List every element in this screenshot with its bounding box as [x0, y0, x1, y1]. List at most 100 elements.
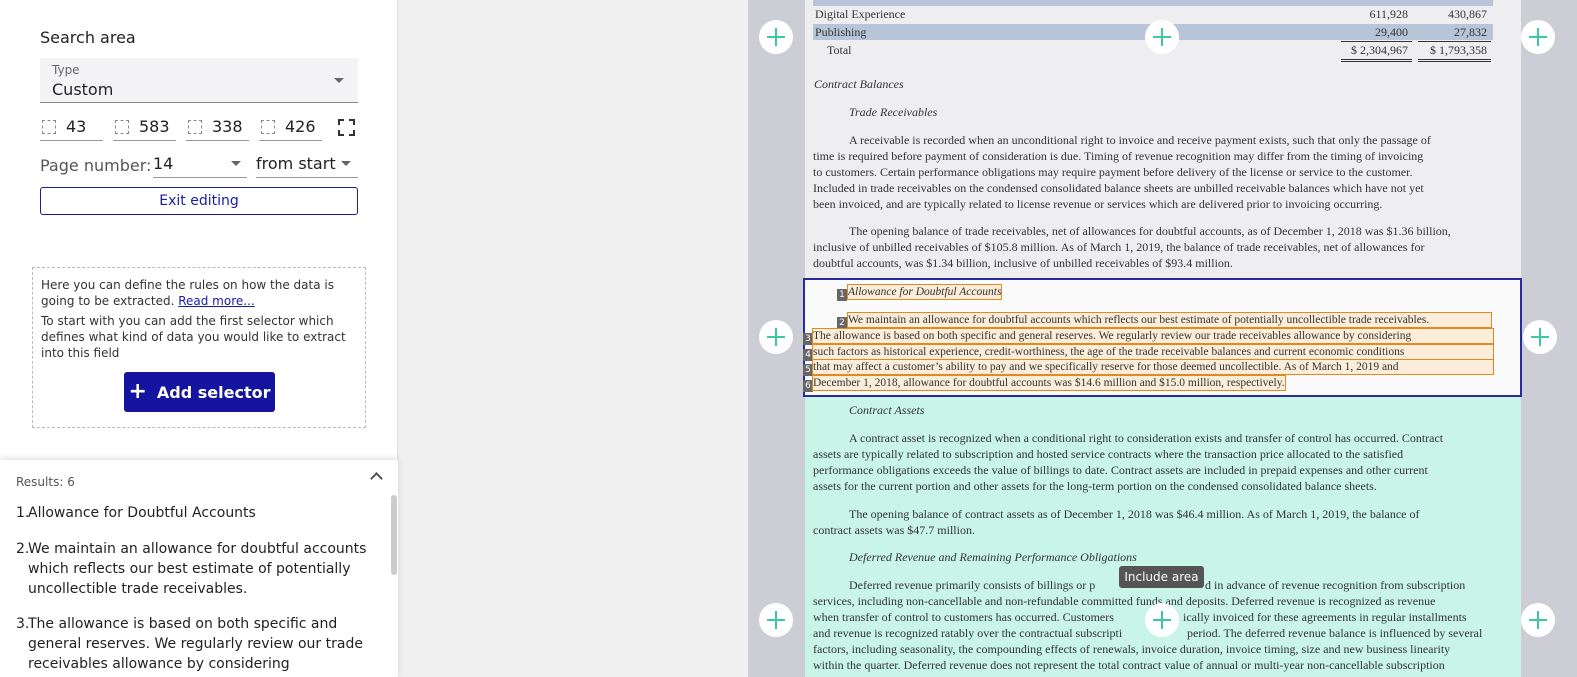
results-count: Results: 6 — [16, 475, 75, 489]
paragraph-line: to customers. Certain performance obliga… — [813, 165, 1413, 179]
coord-left-field[interactable]: 43 — [40, 114, 103, 141]
exit-editing-button[interactable]: Exit editing — [40, 187, 358, 215]
paragraph-line: A contract asset is recognized when a co… — [849, 431, 1444, 445]
add-area-plus-icon[interactable] — [1521, 20, 1555, 54]
bottom-edge-icon — [261, 120, 275, 134]
coord-right-field[interactable]: 338 — [186, 114, 249, 141]
left-edge-icon — [42, 120, 56, 134]
table-cell: $ 2,304,967 — [1351, 43, 1408, 57]
result-number: 1. — [16, 505, 30, 521]
chevron-down-icon — [341, 161, 351, 166]
result-number: 3. — [16, 616, 30, 632]
right-edge-icon — [188, 120, 202, 134]
plus-icon: + — [128, 379, 147, 404]
table-row-label: Digital Experience — [815, 7, 906, 21]
chevron-down-icon — [334, 78, 344, 83]
paragraph-line: factors, including seasonality, the comp… — [813, 642, 1451, 656]
paragraph-line: contract assets was $47.7 million. — [813, 523, 975, 537]
heading-contract-balances: Contract Balances — [814, 77, 904, 91]
paragraph-line: A receivable is recorded when an uncondi… — [849, 133, 1431, 147]
results-scrollbar[interactable] — [391, 495, 397, 575]
hint-text-2: To start with you can add the first sele… — [41, 314, 346, 360]
table-cell: $ 1,793,358 — [1430, 43, 1487, 57]
add-area-plus-icon[interactable] — [1145, 603, 1179, 637]
result-marker: 2 — [837, 317, 847, 329]
heading-trade-receivables: Trade Receivables — [849, 105, 938, 119]
page-number-value: 14 — [153, 154, 174, 173]
result-text: The allowance is based on both specific … — [28, 616, 363, 672]
paragraph-line: and revenue is recognized ratably over t… — [813, 626, 1123, 640]
heading-contract-assets: Contract Assets — [849, 403, 925, 417]
add-area-plus-icon[interactable] — [1523, 320, 1557, 354]
result-text: We maintain an allowance for doubtful ac… — [28, 541, 367, 597]
result-marker: 1 — [837, 289, 847, 301]
highlighted-text[interactable]: December 1, 2018, allowance for doubtful… — [812, 375, 1286, 391]
total-rule — [1418, 41, 1491, 42]
coord-bottom-value: 426 — [285, 117, 316, 136]
page-number-label: Page number: — [40, 156, 152, 175]
paragraph-line: time is required before payment of consi… — [813, 149, 1424, 163]
add-selector-button[interactable]: + Add selector — [124, 372, 275, 412]
paragraph-line: d in advance of revenue recognition from… — [1205, 578, 1466, 592]
paragraph-line: ically invoiced for these agreements in … — [1183, 610, 1467, 624]
table-row-label: Publishing — [815, 25, 867, 39]
result-number: 2. — [16, 541, 30, 557]
paragraph-line: Deferred revenue primarily consists of b… — [849, 578, 1096, 592]
coord-right-value: 338 — [212, 117, 243, 136]
paragraph-line: Included in trade receivables on the con… — [813, 181, 1424, 195]
paragraph-line: assets for the current portion and other… — [813, 479, 1377, 493]
result-marker: 5 — [803, 364, 813, 376]
page-number-select[interactable]: 14 — [153, 150, 247, 178]
hint-text-1: Here you can define the rules on how the… — [41, 277, 359, 309]
result-marker: 3 — [803, 333, 813, 345]
result-marker: 6 — [803, 380, 813, 392]
chevron-down-icon — [231, 161, 241, 166]
paragraph-line: assets are typically related to subscrip… — [813, 447, 1404, 461]
paragraph-line: The opening balance of contract assets a… — [849, 507, 1420, 521]
coord-left-value: 43 — [66, 117, 87, 136]
paragraph-line: been invoiced, and are typically related… — [813, 197, 1383, 211]
add-selector-label: Add selector — [156, 383, 271, 402]
page-from-select[interactable]: from start — [256, 150, 358, 178]
paragraph-line: The opening balance of trade receivables… — [849, 224, 1451, 238]
add-area-plus-icon[interactable] — [759, 320, 793, 354]
type-value: Custom — [52, 80, 114, 99]
add-area-plus-icon[interactable] — [1145, 20, 1179, 54]
heading-deferred-revenue: Deferred Revenue and Remaining Performan… — [849, 550, 1137, 564]
coord-bottom-field[interactable]: 426 — [259, 114, 322, 141]
paragraph-line: performance obligations exceeds the valu… — [813, 463, 1428, 477]
total-rule — [1418, 59, 1491, 62]
read-more-link[interactable]: Read more... — [178, 294, 255, 308]
result-item[interactable]: 2. We maintain an allowance for doubtful… — [16, 539, 378, 599]
select-area-icon[interactable] — [338, 119, 355, 136]
result-item[interactable]: 1. Allowance for Doubtful Accounts — [16, 503, 378, 523]
add-area-plus-icon[interactable] — [759, 20, 793, 54]
paragraph-line: inclusive of unbilled receivables of $10… — [813, 240, 1425, 254]
table-cell: 430,867 — [1448, 7, 1487, 21]
result-text: Allowance for Doubtful Accounts — [28, 505, 256, 521]
add-area-plus-icon[interactable] — [1521, 603, 1555, 637]
search-area-panel: Search area Type Custom 43 583 338 426 P… — [0, 0, 398, 677]
total-rule — [1341, 59, 1412, 62]
type-select[interactable]: Type Custom — [40, 58, 358, 103]
highlighted-text[interactable]: Allowance for Doubtful Accounts — [846, 284, 1003, 300]
total-rule — [1341, 41, 1412, 42]
chevron-up-icon[interactable] — [370, 472, 383, 485]
highlighted-text[interactable]: that may affect a customer’s ability to … — [812, 359, 1494, 375]
top-edge-icon — [115, 120, 129, 134]
table-row-label: Total — [827, 43, 852, 57]
result-item[interactable]: 3. The allowance is based on both specif… — [16, 614, 378, 674]
table-cell: 611,928 — [1369, 7, 1408, 21]
type-label: Type — [52, 63, 80, 77]
paragraph-line: when transfer of control to customers ha… — [813, 610, 1114, 624]
paragraph-line: services, including non-cancellable and … — [813, 594, 1436, 608]
coord-top-field[interactable]: 583 — [113, 114, 176, 141]
highlighted-text[interactable]: The allowance is based on both specific … — [812, 328, 1494, 344]
coord-top-value: 583 — [139, 117, 170, 136]
add-area-plus-icon[interactable] — [759, 603, 793, 637]
highlighted-text[interactable]: We maintain an allowance for doubtful ac… — [847, 312, 1492, 328]
highlighted-text[interactable]: such factors as historical experience, c… — [812, 344, 1494, 360]
paragraph-line: doubtful accounts, was $1.34 billion, in… — [813, 256, 1233, 270]
selector-hint-box: Here you can define the rules on how the… — [32, 267, 366, 428]
table-cell: 29,400 — [1375, 25, 1408, 39]
